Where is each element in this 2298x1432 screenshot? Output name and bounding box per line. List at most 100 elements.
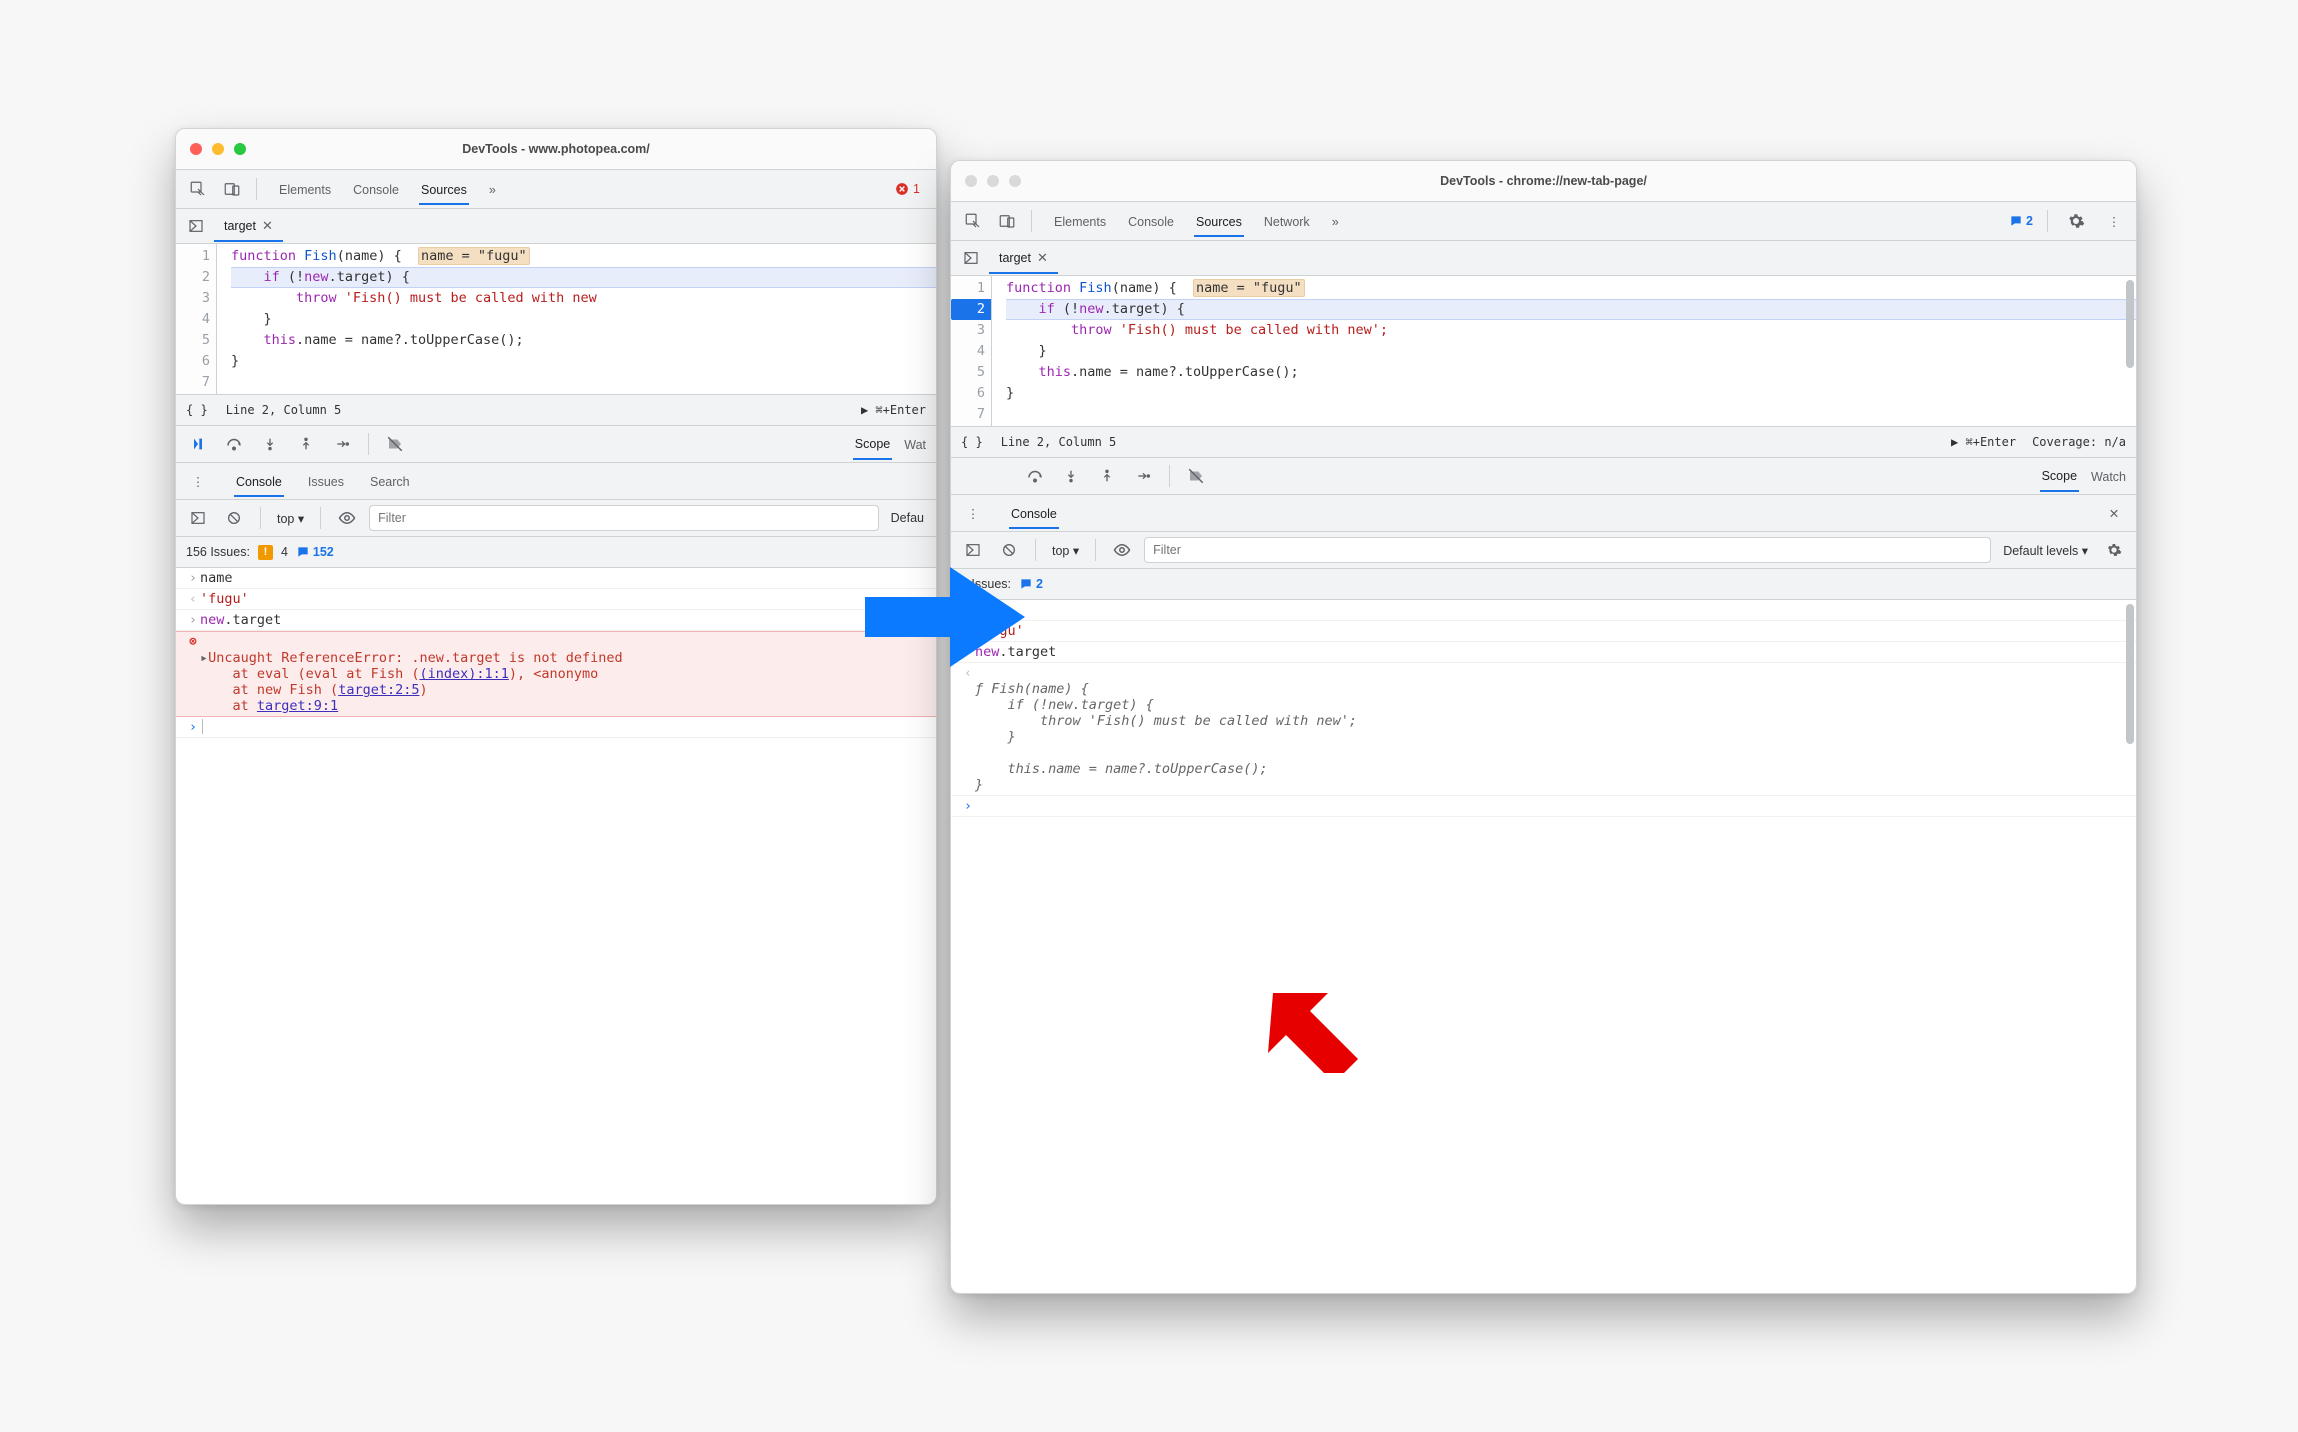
step-out-icon[interactable] [292,431,320,457]
close-icon[interactable]: ✕ [1037,250,1048,266]
tab-elements[interactable]: Elements [277,173,333,205]
tab-console[interactable]: Console [1126,205,1176,237]
prompt-icon[interactable]: › [186,719,200,735]
stack-link[interactable]: (index):1:1 [419,666,508,682]
step-over-icon[interactable] [220,431,248,457]
code[interactable]: function Fish(name) { name = "fugu" if (… [992,276,2136,426]
log-levels[interactable]: Default levels ▾ [1999,541,2092,560]
zoom-dot[interactable] [234,143,246,155]
prompt-icon: › [186,612,200,628]
error-badge[interactable]: 1 [887,181,928,197]
drawer-tab-console[interactable]: Console [234,465,284,497]
separator [256,178,257,200]
editor-statusbar: { } Line 2, Column 5 ▶ ⌘+Enter [176,394,936,426]
settings-icon[interactable] [2100,537,2128,563]
filter-input[interactable] [369,505,879,531]
minimize-dot[interactable] [212,143,224,155]
tab-overflow[interactable]: » [487,173,498,205]
console-error[interactable]: ⊗ ▸Uncaught ReferenceError: .new.target … [176,631,936,717]
inspect-icon[interactable] [184,176,212,202]
run-snippet-hint[interactable]: ▶ ⌘+Enter [861,403,926,417]
step-into-icon[interactable] [1057,463,1085,489]
annotation-arrow-red [1258,983,1348,1053]
tab-watch[interactable]: Watch [2089,460,2128,492]
pretty-print-icon[interactable]: { } [186,403,208,417]
message-badge[interactable]: 2 [2009,214,2033,228]
device-toggle-icon[interactable] [993,208,1021,234]
scrollbar[interactable] [2124,276,2134,426]
eye-icon[interactable] [1108,537,1136,563]
prompt-icon[interactable]: › [961,798,975,814]
drawer-tab-issues[interactable]: Issues [306,465,346,497]
tab-elements[interactable]: Elements [1052,205,1108,237]
step-out-icon[interactable] [1093,463,1121,489]
filter-input[interactable] [1144,537,1991,563]
close-dot[interactable] [190,143,202,155]
more-icon[interactable]: ⋮ [2100,208,2128,234]
tab-console[interactable]: Console [351,173,401,205]
warn-count: 4 [281,545,288,559]
step-into-icon[interactable] [256,431,284,457]
context-selector[interactable]: top ▾ [1048,541,1083,560]
scrollbar[interactable] [2124,600,2134,817]
close-dot[interactable] [965,175,977,187]
window-title: DevTools - www.photopea.com/ [176,142,936,156]
file-tabs: target ✕ [951,241,2136,276]
file-tab-target[interactable]: target ✕ [214,210,283,242]
devtools-window-left: DevTools - www.photopea.com/ Elements Co… [175,128,937,1205]
tab-sources[interactable]: Sources [1194,205,1244,237]
device-toggle-icon[interactable] [218,176,246,202]
console-body[interactable]: ›name ‹'fugu' ›new.target ‹ ƒ Fish(name)… [951,600,2136,817]
error-count: 1 [913,182,920,196]
run-snippet-hint[interactable]: ▶ ⌘+Enter [1951,435,2016,449]
drawer-menu-icon[interactable]: ⋮ [184,468,212,494]
drawer-tab-search[interactable]: Search [368,465,412,497]
coverage-status: Coverage: n/a [2032,435,2126,449]
console-body[interactable]: ›name ‹'fugu' ›new.target ⊗ ▸Uncaught Re… [176,568,936,738]
navigator-toggle-icon[interactable] [182,213,210,239]
tab-overflow[interactable]: » [1330,205,1341,237]
tab-network[interactable]: Network [1262,205,1312,237]
issues-row[interactable]: 156 Issues: ! 4 152 [176,537,936,568]
context-selector[interactable]: top ▾ [273,509,308,528]
console-toolbar: top ▾ Defau [176,500,936,537]
step-over-icon[interactable] [1021,463,1049,489]
step-icon[interactable] [1129,463,1157,489]
close-drawer-icon[interactable]: ✕ [2100,500,2128,526]
deactivate-breakpoints-icon[interactable] [381,431,409,457]
debugger-toolbar: Scope Wat [176,426,936,463]
inspect-icon[interactable] [959,208,987,234]
issues-row[interactable]: 2 Issues: 2 [951,569,2136,600]
zoom-dot[interactable] [1009,175,1021,187]
code[interactable]: function Fish(name) { name = "fugu" if (… [217,244,936,394]
clear-console-icon[interactable] [220,505,248,531]
drawer-tab-console[interactable]: Console [1009,497,1059,529]
eye-icon[interactable] [333,505,361,531]
close-icon[interactable]: ✕ [262,218,273,234]
pretty-print-icon[interactable]: { } [961,435,983,449]
minimize-dot[interactable] [987,175,999,187]
result-icon: ‹ [186,591,200,607]
cursor-position: Line 2, Column 5 [1001,435,1117,449]
settings-icon[interactable] [2062,208,2090,234]
deactivate-breakpoints-icon[interactable] [1182,463,1210,489]
editor-statusbar: { } Line 2, Column 5 ▶ ⌘+Enter Coverage:… [951,426,2136,458]
stack-link[interactable]: target:2:5 [338,682,419,698]
code-editor[interactable]: 1 2 3 4 5 6 7 function Fish(name) { name… [951,276,2136,426]
code-editor[interactable]: 1 2 3 4 5 6 7 function Fish(name) { name… [176,244,936,394]
step-icon[interactable] [328,431,356,457]
file-tab-target[interactable]: target ✕ [989,242,1058,274]
drawer-menu-icon[interactable]: ⋮ [959,500,987,526]
log-levels[interactable]: Defau [887,509,928,527]
navigator-toggle-icon[interactable] [957,245,985,271]
gutter: 1 2 3 4 5 6 7 [951,276,992,426]
resume-icon[interactable] [184,431,212,457]
stack-link[interactable]: target:9:1 [257,698,338,714]
tab-watch[interactable]: Wat [902,428,928,460]
tab-scope[interactable]: Scope [853,428,892,460]
tab-sources[interactable]: Sources [419,173,469,205]
tab-scope[interactable]: Scope [2040,460,2079,492]
console-sidebar-icon[interactable] [184,505,212,531]
prompt-icon: › [186,570,200,586]
drawer-tabs: ⋮ Console Issues Search [176,463,936,500]
